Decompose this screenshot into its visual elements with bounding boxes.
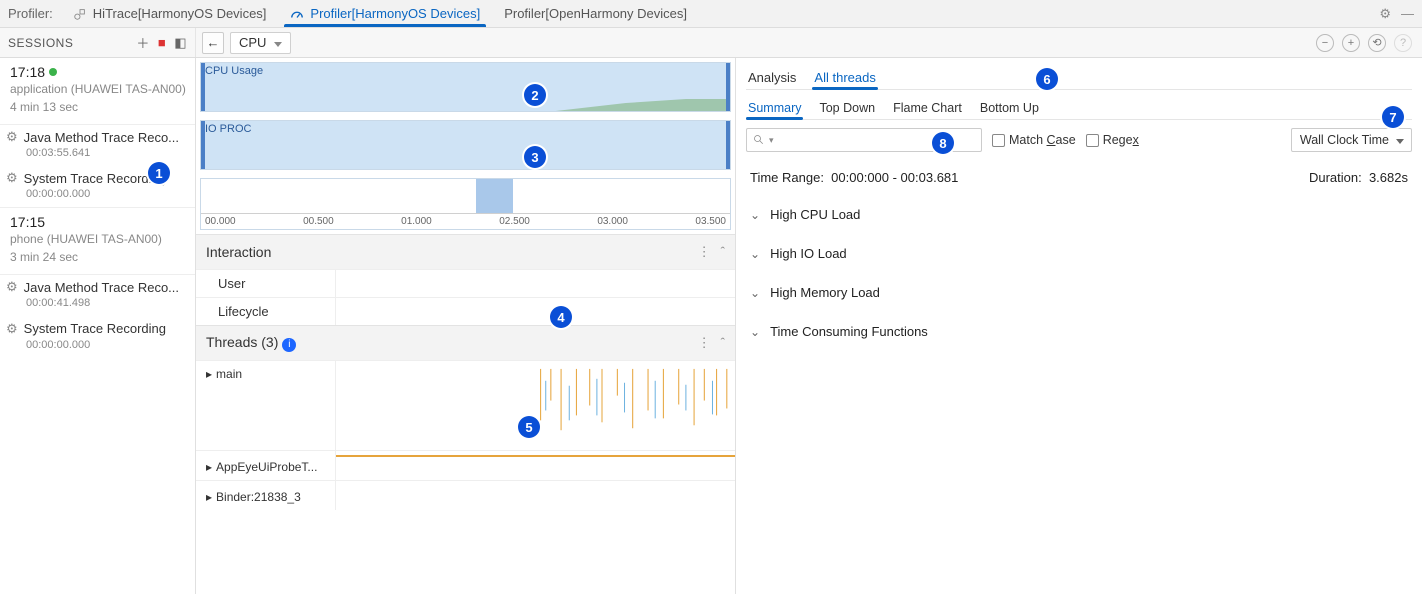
chevron-right-icon: ▸ <box>206 460 212 474</box>
recording-item[interactable]: ⚙Java Method Trace Reco... <box>0 275 195 297</box>
chevron-right-icon: ▸ <box>206 367 212 381</box>
help-button[interactable]: ? <box>1394 34 1412 52</box>
thread-row-main[interactable]: ▸main <box>196 360 735 450</box>
annotation-badge-6: 6 <box>1036 68 1058 90</box>
gear-icon: ⚙ <box>6 170 18 186</box>
thread-row[interactable]: ▸Binder:21838_3 <box>196 480 735 510</box>
tab-summary[interactable]: Summary <box>746 101 803 119</box>
sessions-panel: 17:18 application (HUAWEI TAS-AN00) 4 mi… <box>0 58 196 594</box>
gear-icon: ⚙ <box>6 279 18 295</box>
recording-item[interactable]: ⚙System Trace Recording <box>0 317 195 339</box>
profiler-label: Profiler: <box>8 6 53 21</box>
tree-high-io[interactable]: ⌄High IO Load <box>746 234 1412 273</box>
chevron-right-icon: ▸ <box>206 490 212 504</box>
time-axis: 00.00000.50001.00002.50003.00003.500 <box>201 213 730 229</box>
io-sys-chart[interactable]: IO SYS 00.00000.50001.00002.50003.00003.… <box>200 178 731 230</box>
view-select[interactable]: CPU <box>230 32 291 54</box>
zoom-in-button[interactable]: + <box>1342 34 1360 52</box>
tab-profiler-openharmony[interactable]: Profiler[OpenHarmony Devices] <box>492 0 699 27</box>
chevron-down-icon: ⌄ <box>750 286 760 300</box>
annotation-badge-5: 5 <box>518 416 540 438</box>
annotation-badge-2: 2 <box>524 84 546 106</box>
io-proc-chart[interactable]: IO PROC <box>200 120 731 170</box>
threads-section: Threads (3) i ⋮ ˆ ▸main <box>196 325 735 510</box>
session-item[interactable]: 17:18 application (HUAWEI TAS-AN00) 4 mi… <box>0 58 195 125</box>
annotation-badge-8: 8 <box>932 132 954 154</box>
reset-zoom-button[interactable]: ⟲ <box>1368 34 1386 52</box>
tab-all-threads[interactable]: All threads <box>812 70 877 89</box>
interaction-section: Interaction ⋮ ˆ User Lifecycle <box>196 234 735 325</box>
info-icon[interactable]: i <box>282 338 296 352</box>
tree-high-memory[interactable]: ⌄High Memory Load <box>746 273 1412 312</box>
tab-profiler-harmony[interactable]: Profiler[HarmonyOS Devices] <box>278 0 492 27</box>
minimize-icon[interactable]: — <box>1401 6 1414 22</box>
gear-icon: ⚙ <box>6 321 18 337</box>
tab-hitrace[interactable]: HiTrace[HarmonyOS Devices] <box>61 0 279 27</box>
thread-row[interactable]: ▸AppEyeUiProbeT... <box>196 450 735 480</box>
status-dot-active <box>49 68 57 76</box>
interaction-row-lifecycle[interactable]: Lifecycle <box>196 297 735 325</box>
thread-trace-main <box>336 361 735 450</box>
threads-title: Threads (3) <box>206 334 278 350</box>
analysis-panel: Analysis All threads Summary Top Down Fl… <box>736 58 1422 594</box>
interaction-title: Interaction <box>206 244 271 260</box>
tab-analysis[interactable]: Analysis <box>746 70 798 89</box>
chevron-down-icon: ⌄ <box>750 325 760 339</box>
interaction-row-user[interactable]: User <box>196 269 735 297</box>
session-item[interactable]: 17:15 phone (HUAWEI TAS-AN00) 3 min 24 s… <box>0 207 195 275</box>
toolbar: SESSIONS ＋ ■ ◧ ← CPU − + ⟲ ? <box>0 28 1422 58</box>
gauge-icon <box>290 7 304 21</box>
annotation-badge-4: 4 <box>550 306 572 328</box>
chevron-down-icon: ⌄ <box>750 208 760 222</box>
kebab-icon[interactable]: ⋮ <box>698 335 711 351</box>
gear-icon: ⚙ <box>6 129 18 145</box>
annotation-badge-1: 1 <box>148 162 170 184</box>
tab-top-down[interactable]: Top Down <box>817 101 877 119</box>
kebab-icon[interactable]: ⋮ <box>698 244 711 260</box>
tree-time-consuming[interactable]: ⌄Time Consuming Functions <box>746 312 1412 351</box>
tab-flame-chart[interactable]: Flame Chart <box>891 101 964 119</box>
shapes-icon <box>73 7 87 21</box>
annotation-badge-3: 3 <box>524 146 546 168</box>
annotation-badge-7: 7 <box>1382 106 1404 128</box>
collapse-icon[interactable]: ˆ <box>721 244 725 260</box>
time-mode-select[interactable]: Wall Clock Time <box>1291 128 1412 152</box>
regex-checkbox[interactable]: Regex <box>1086 133 1139 147</box>
timeline-panel: CPU Usage IO PROC IO SYS 00.00000.50001.… <box>196 58 736 594</box>
match-case-checkbox[interactable]: Match Case <box>992 133 1076 147</box>
tree-high-cpu[interactable]: ⌄High CPU Load <box>746 195 1412 234</box>
search-icon <box>753 134 765 146</box>
layout-toggle-icon[interactable]: ◧ <box>174 35 187 51</box>
sessions-heading: SESSIONS <box>8 36 73 50</box>
recording-item[interactable]: ⚙Java Method Trace Reco... <box>0 125 195 147</box>
cpu-usage-chart[interactable]: CPU Usage <box>200 62 731 112</box>
back-button[interactable]: ← <box>202 32 224 54</box>
profiler-tab-strip: Profiler: HiTrace[HarmonyOS Devices] Pro… <box>0 0 1422 28</box>
chevron-down-icon: ⌄ <box>750 247 760 261</box>
tab-bottom-up[interactable]: Bottom Up <box>978 101 1041 119</box>
add-session-button[interactable]: ＋ <box>136 33 150 52</box>
cpu-area <box>205 63 726 111</box>
record-button[interactable]: ■ <box>158 35 166 50</box>
zoom-out-button[interactable]: − <box>1316 34 1334 52</box>
gear-icon[interactable]: ⚙ <box>1379 6 1391 22</box>
collapse-icon[interactable]: ˆ <box>721 335 725 351</box>
